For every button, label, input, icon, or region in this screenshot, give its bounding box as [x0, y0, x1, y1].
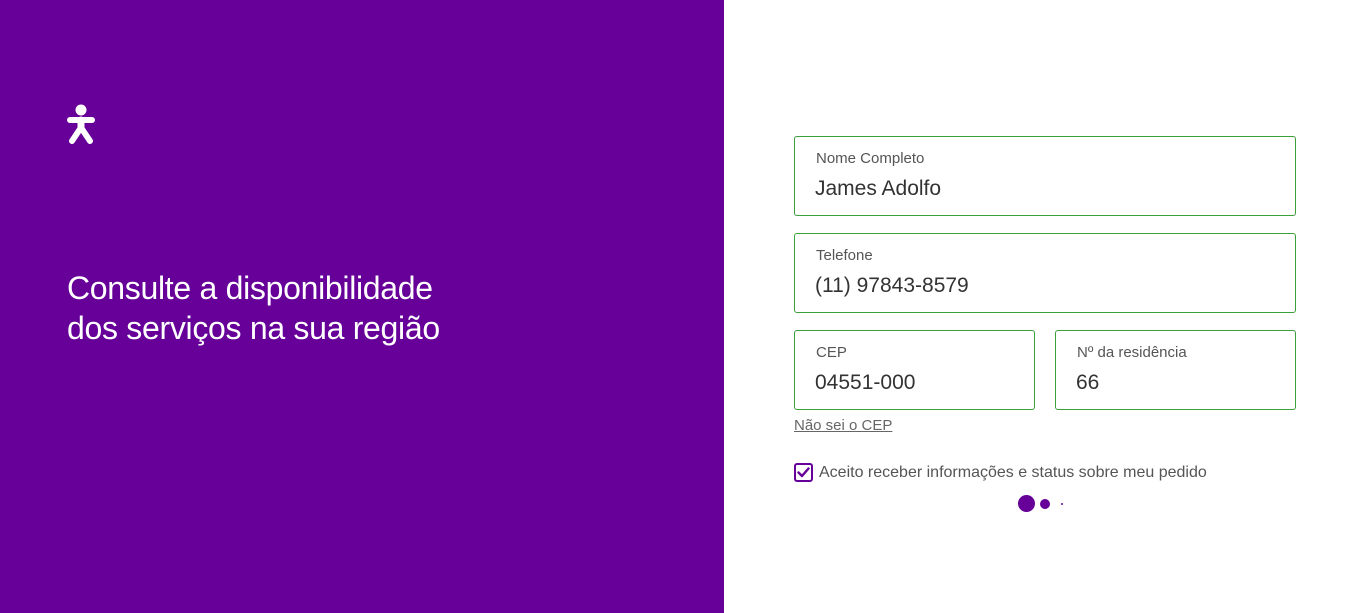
full-name-label: Nome Completo — [816, 150, 925, 167]
cep-help-link[interactable]: Não sei o CEP — [794, 417, 892, 434]
house-number-field[interactable]: Nº da residência — [1055, 330, 1296, 410]
loading-dot-medium — [1040, 499, 1050, 509]
loading-dot-small — [1061, 503, 1063, 505]
cep-field[interactable]: CEP — [794, 330, 1035, 410]
headline-line-1: Consulte a disponibilidade — [67, 270, 433, 306]
phone-label: Telefone — [816, 247, 873, 264]
vivo-logo-icon — [67, 104, 95, 144]
consent-label: Aceito receber informações e status sobr… — [819, 463, 1207, 481]
loading-dot-large — [1018, 495, 1035, 512]
full-name-input[interactable] — [815, 177, 1275, 201]
cep-label: CEP — [816, 344, 847, 361]
loading-dots-icon — [1017, 495, 1077, 513]
phone-input[interactable] — [815, 274, 1275, 298]
consent-row[interactable]: Aceito receber informações e status sobr… — [794, 463, 1207, 482]
phone-field[interactable]: Telefone — [794, 233, 1296, 313]
house-number-input[interactable] — [1076, 371, 1275, 395]
consent-checkbox[interactable] — [794, 463, 813, 482]
headline-line-2: dos serviços na sua região — [67, 310, 440, 346]
page-headline: Consulte a disponibilidade dos serviços … — [67, 268, 627, 348]
checkmark-icon — [797, 467, 810, 478]
house-number-label: Nº da residência — [1077, 344, 1187, 361]
full-name-field[interactable]: Nome Completo — [794, 136, 1296, 216]
cep-input[interactable] — [815, 371, 1014, 395]
hero-panel: Consulte a disponibilidade dos serviços … — [0, 0, 724, 613]
